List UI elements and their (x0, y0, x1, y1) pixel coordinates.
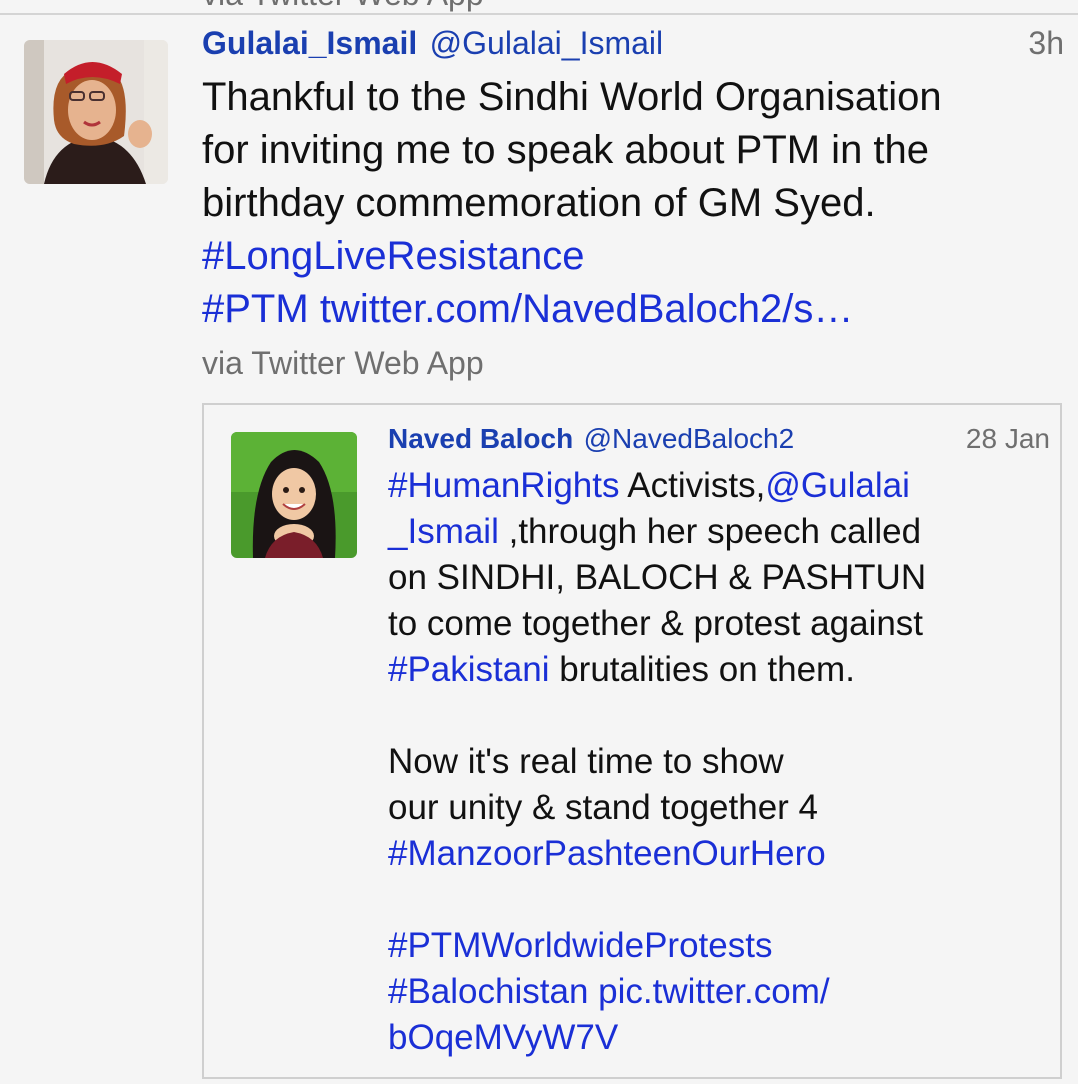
quoted-text-blank-line (388, 693, 1048, 739)
mention-gulalai-link-continued[interactable]: _Ismail (388, 512, 499, 551)
hashtag-pakistani-link[interactable]: #Pakistani (388, 650, 549, 689)
quoted-text-segment: ,through her speech called (498, 512, 922, 551)
quoted-tweet-url-link[interactable]: twitter.com/NavedBaloch2/s… (320, 287, 854, 331)
hashtag-ptmworldwideprotests-link[interactable]: #PTMWorldwideProtests (388, 926, 772, 965)
quoted-tweet-header: Naved Baloch @NavedBaloch2 28 Jan (388, 423, 1050, 459)
author-avatar[interactable] (24, 40, 168, 184)
author-name[interactable]: Gulalai_Ismail (202, 25, 417, 61)
quoted-text-line: our unity & stand together 4 (388, 788, 818, 827)
tweet-timestamp[interactable]: 3h (1028, 25, 1064, 62)
quoted-text-line: on SINDHI, BALOCH & PASHTUN (388, 558, 927, 597)
tweet[interactable]: Gulalai_Ismail @Gulalai_Ismail 3h Thankf… (0, 15, 1078, 1084)
tweet-text: Thankful to the Sindhi World Organisatio… (202, 71, 1062, 336)
pic-twitter-link[interactable]: pic.twitter.com/ (588, 972, 829, 1011)
hashtag-balochistan-link[interactable]: #Balochistan (388, 972, 588, 1011)
quoted-text-segment: brutalities on them. (549, 650, 855, 689)
timeline-screen: via Twitter Web App Gulalai_Ismail @Gula… (0, 0, 1078, 1084)
tweet-text-line: birthday commemoration of GM Syed. (202, 181, 876, 225)
hashtag-longliveresistance-link[interactable]: #LongLiveResistance (202, 234, 584, 278)
hashtag-ptm-link[interactable]: #PTM (202, 287, 309, 331)
quoted-text-blank-line (388, 877, 1048, 923)
author-handle[interactable]: @Gulalai_Ismail (430, 25, 663, 61)
hashtag-manzoorpashteenourhero-link[interactable]: #ManzoorPashteenOurHero (388, 834, 826, 873)
quoted-author-name[interactable]: Naved Baloch (388, 423, 573, 454)
quoted-text-line: Now it's real time to show (388, 742, 784, 781)
author-avatar-image (24, 40, 168, 184)
quoted-author-avatar[interactable] (231, 432, 357, 558)
quoted-text-segment: Activists, (619, 466, 766, 505)
pic-twitter-link-continued[interactable]: bOqeMVyW7V (388, 1018, 618, 1057)
quoted-tweet-text: #HumanRights Activists,@Gulalai _Ismail … (388, 463, 1048, 1061)
tweet-text-line: for inviting me to speak about PTM in th… (202, 128, 930, 172)
hashtag-humanrights-link[interactable]: #HumanRights (388, 466, 620, 505)
previous-tweet-source: via Twitter Web App (202, 0, 484, 10)
tweet-source: via Twitter Web App (202, 345, 484, 381)
quoted-text-line: to come together & protest against (388, 604, 924, 643)
mention-gulalai-link[interactable]: @Gulalai (765, 466, 909, 505)
quoted-author-handle[interactable]: @NavedBaloch2 (584, 423, 795, 454)
quoted-tweet-timestamp[interactable]: 28 Jan (966, 423, 1050, 455)
quoted-author-avatar-image (231, 432, 357, 558)
tweet-header: Gulalai_Ismail @Gulalai_Ismail 3h (202, 25, 1066, 65)
tweet-text-line: Thankful to the Sindhi World Organisatio… (202, 75, 942, 119)
quoted-tweet-card[interactable]: Naved Baloch @NavedBaloch2 28 Jan #Human… (202, 403, 1062, 1079)
